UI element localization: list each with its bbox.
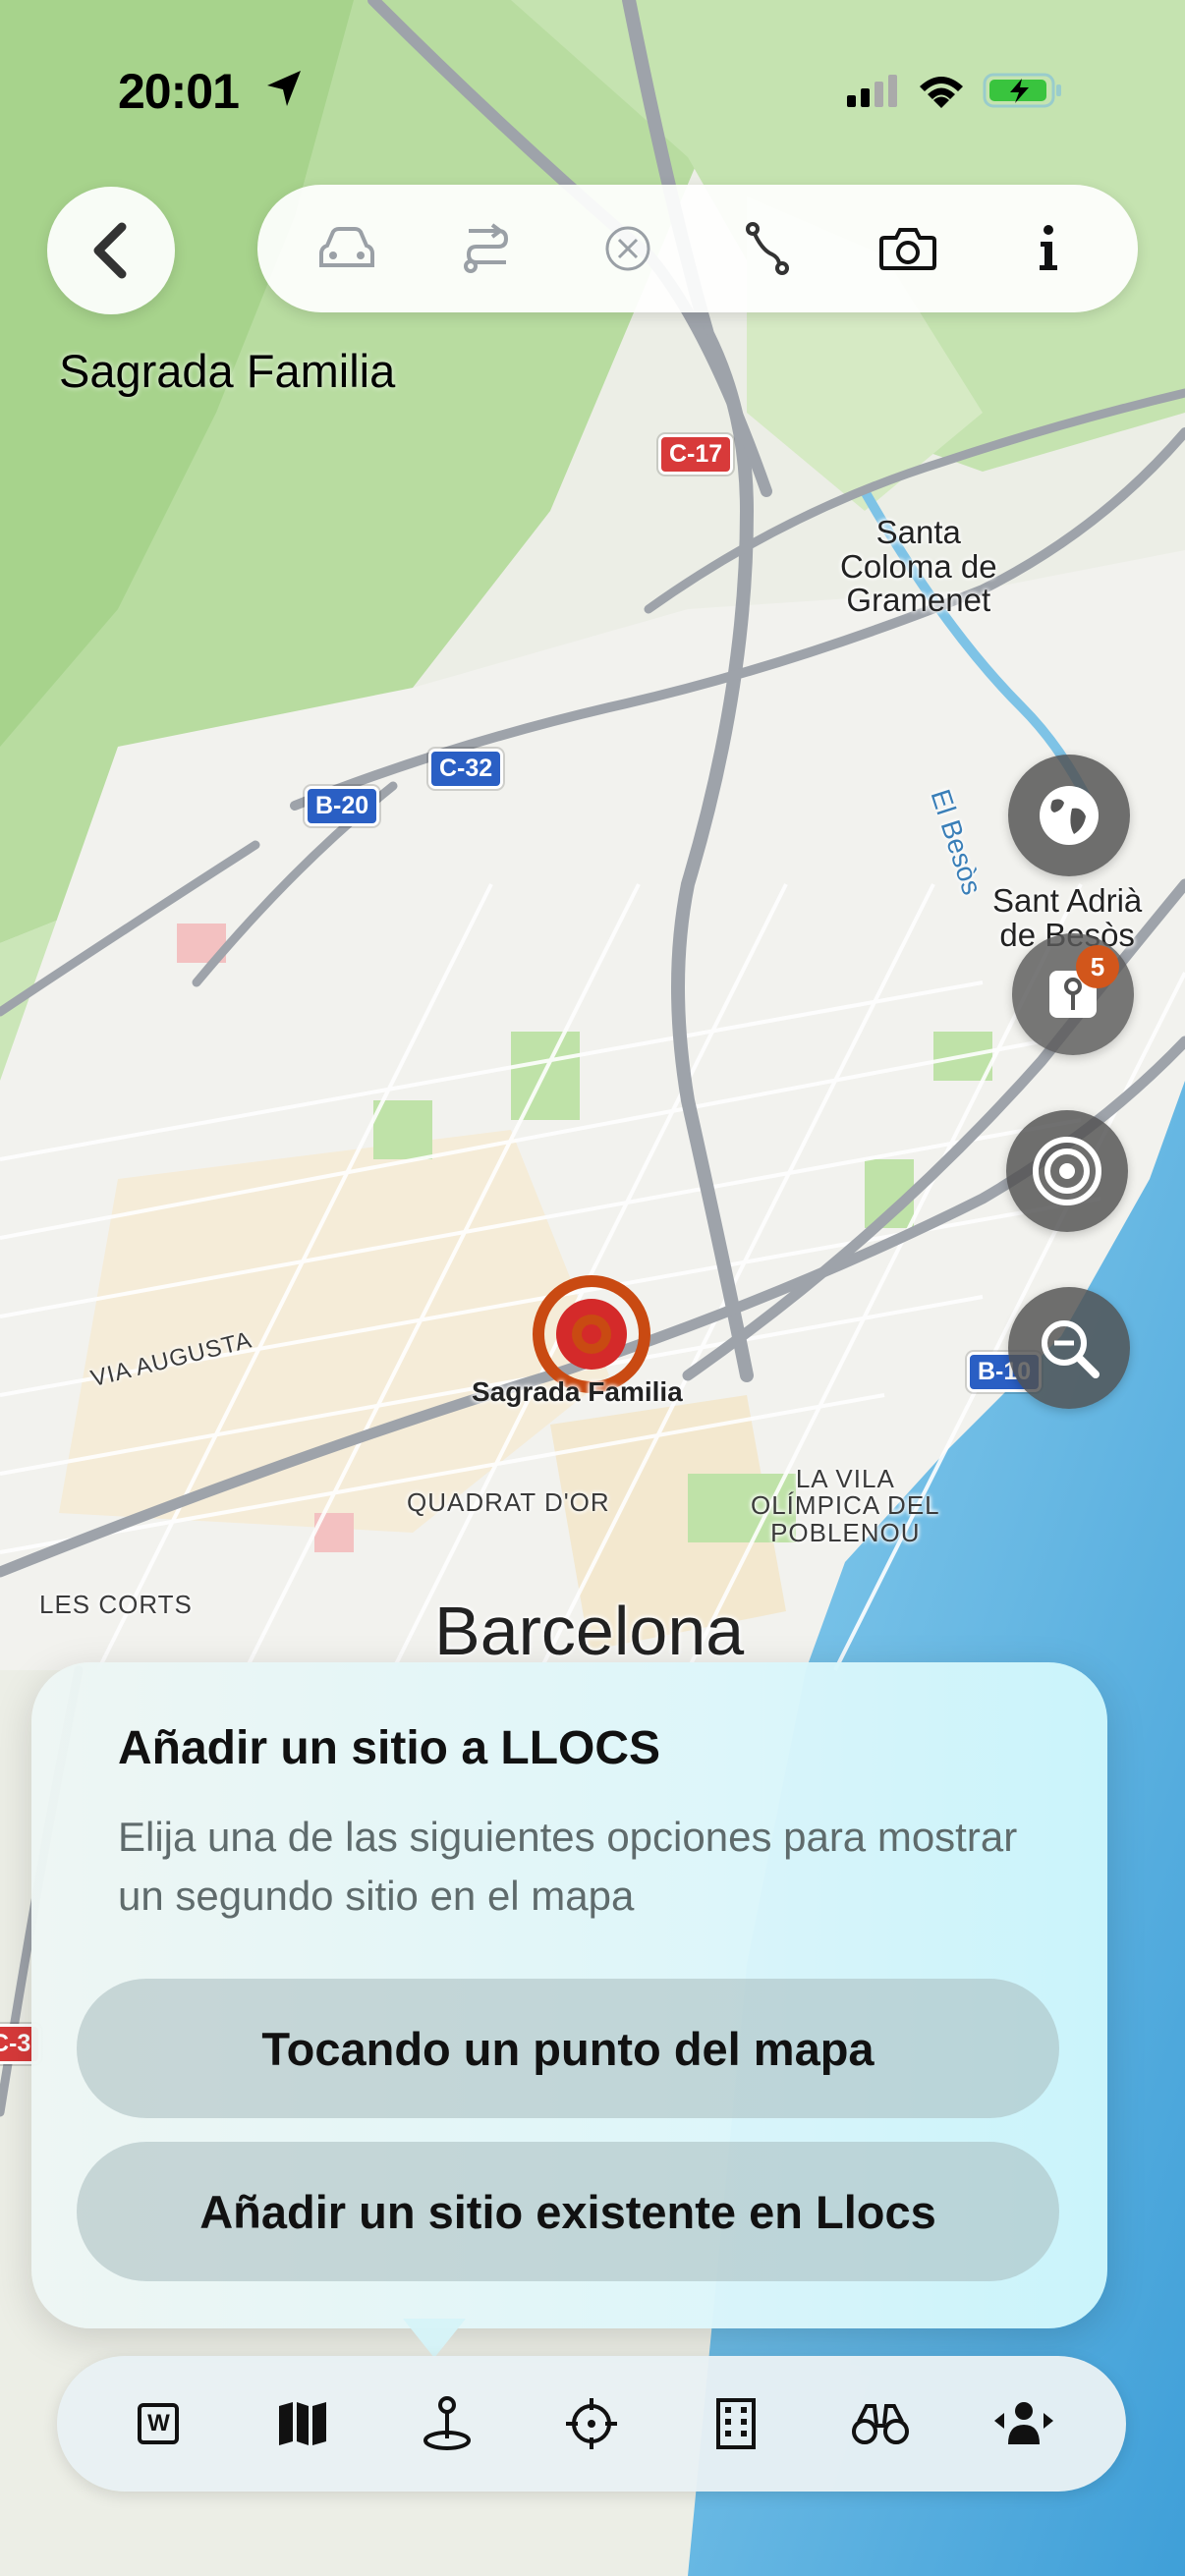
map-label-santa-coloma: Santa Coloma de Gramenet bbox=[840, 514, 997, 619]
route-icon bbox=[746, 222, 790, 275]
pin-on-ground-icon bbox=[423, 2396, 472, 2450]
back-button[interactable] bbox=[47, 187, 175, 314]
road-shield-b20: B-20 bbox=[305, 786, 380, 826]
panel-pointer bbox=[403, 2319, 466, 2358]
route-options-button[interactable] bbox=[443, 204, 532, 293]
location-arrow-icon bbox=[265, 69, 305, 113]
add-place-panel: Añadir un sitio a LLOCS Elija una de las… bbox=[31, 1662, 1107, 2328]
battery-icon bbox=[983, 73, 1061, 108]
road-shield-c17: C-17 bbox=[658, 434, 734, 475]
tab-crosshair[interactable] bbox=[542, 2375, 641, 2473]
info-button[interactable] bbox=[1004, 204, 1093, 293]
map-label-barcelona: Barcelona bbox=[434, 1593, 745, 1669]
marker-label: Sagrada Familia bbox=[472, 1376, 683, 1407]
tab-wikipedia[interactable]: W bbox=[109, 2375, 207, 2473]
car-icon bbox=[319, 227, 375, 267]
tab-add-place[interactable] bbox=[398, 2375, 496, 2473]
camera-button[interactable] bbox=[864, 204, 952, 293]
map-label-quadrat-dor: QUADRAT D'OR bbox=[407, 1487, 610, 1517]
close-circle-icon bbox=[605, 226, 650, 271]
panel-title: Añadir un sitio a LLOCS bbox=[118, 1722, 661, 1774]
panel-subtitle: Elija una de las siguientes opciones par… bbox=[118, 1814, 1018, 1919]
road-shield-c32: C-32 bbox=[428, 749, 504, 789]
globe-button[interactable] bbox=[1008, 755, 1130, 876]
chevron-left-icon bbox=[93, 222, 127, 279]
tab-map[interactable] bbox=[254, 2375, 352, 2473]
clear-route-button[interactable] bbox=[584, 204, 672, 293]
target-icon bbox=[1033, 1137, 1101, 1205]
wikipedia-icon: W bbox=[138, 2403, 180, 2444]
building-icon bbox=[715, 2398, 756, 2449]
wikipedia-icon-label: W bbox=[147, 2410, 170, 2436]
tab-explore[interactable] bbox=[831, 2375, 930, 2473]
status-icons bbox=[845, 71, 1063, 110]
place-title: Sagrada Familia bbox=[59, 345, 396, 397]
tab-buildings[interactable] bbox=[687, 2375, 785, 2473]
car-button[interactable] bbox=[303, 204, 391, 293]
tap-map-point-button[interactable]: Tocando un punto del mapa bbox=[77, 1979, 1059, 2118]
route-swap-icon bbox=[463, 223, 508, 273]
tab-share-people[interactable] bbox=[975, 2375, 1073, 2473]
magnifier-minus-icon bbox=[1042, 1320, 1100, 1378]
places-count-badge: 5 bbox=[1076, 945, 1119, 988]
bottom-tab-bar: W bbox=[57, 2356, 1126, 2492]
status-time: 20:01 bbox=[118, 64, 240, 119]
route-button[interactable] bbox=[723, 204, 812, 293]
add-existing-place-button[interactable]: Añadir un sitio existente en Llocs bbox=[77, 2142, 1059, 2281]
people-arrows-icon bbox=[994, 2402, 1054, 2444]
map-label-les-corts: LES CORTS bbox=[39, 1590, 193, 1619]
camera-icon bbox=[878, 228, 936, 270]
crosshair-icon bbox=[565, 2398, 617, 2449]
globe-icon bbox=[1040, 786, 1099, 845]
top-toolbar bbox=[257, 185, 1138, 312]
places-button[interactable] bbox=[1012, 933, 1134, 1055]
wifi-icon bbox=[920, 77, 963, 108]
binoculars-icon bbox=[851, 2404, 909, 2444]
map-label-vila-olimpica: LA VILA OLÍMPICA DEL POBLENOU bbox=[751, 1464, 940, 1547]
zoom-out-button[interactable] bbox=[1008, 1287, 1130, 1409]
signal-icon bbox=[847, 75, 897, 107]
target-button[interactable] bbox=[1006, 1110, 1128, 1232]
map-icon bbox=[279, 2402, 327, 2445]
info-icon bbox=[1039, 225, 1057, 270]
